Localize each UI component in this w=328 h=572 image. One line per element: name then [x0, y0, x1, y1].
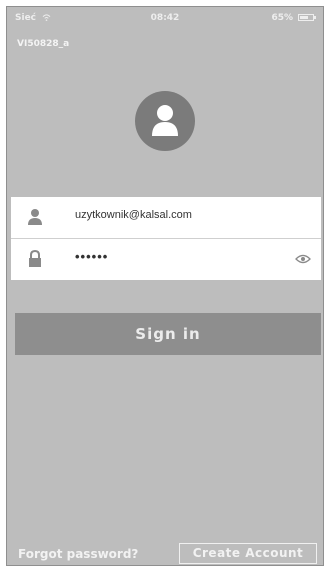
app-screen: Sieć 08:42 65% VI50828_a uzytkownik@kals…: [6, 6, 324, 566]
status-bar: Sieć 08:42 65%: [7, 7, 323, 29]
username-field[interactable]: uzytkownik@kalsal.com: [11, 197, 321, 238]
user-avatar-icon: [135, 91, 195, 151]
battery-percent: 65%: [271, 13, 293, 23]
user-icon: [28, 209, 42, 225]
lock-icon: [29, 250, 41, 267]
battery-icon: [298, 14, 316, 21]
create-account-button[interactable]: Create Account: [179, 543, 317, 564]
battery-level: [300, 16, 308, 19]
person-silhouette-icon: [152, 105, 178, 136]
forgot-password-link[interactable]: Forgot password?: [18, 547, 138, 561]
eye-icon[interactable]: [295, 254, 311, 264]
device-name: VI50828_a: [17, 39, 70, 49]
login-form: uzytkownik@kalsal.com ••••••: [11, 197, 321, 280]
password-value[interactable]: ••••••: [75, 249, 108, 264]
sign-in-button[interactable]: Sign in: [15, 313, 321, 355]
password-field[interactable]: ••••••: [11, 238, 321, 280]
username-value[interactable]: uzytkownik@kalsal.com: [75, 209, 192, 221]
